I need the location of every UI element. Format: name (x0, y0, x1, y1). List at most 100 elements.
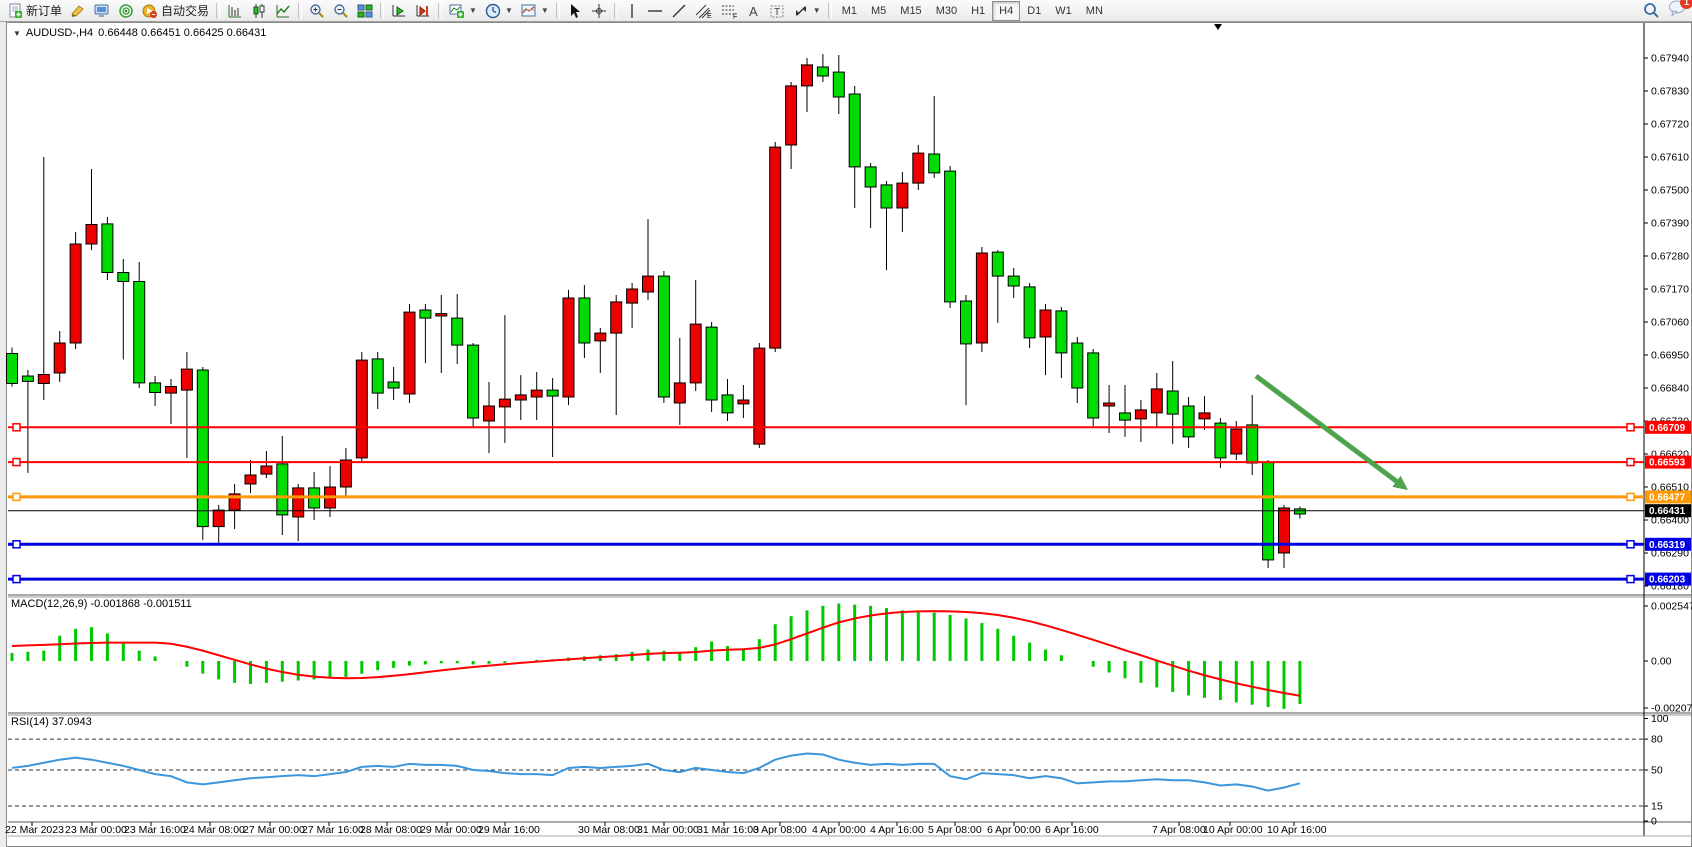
line-chart-icon (275, 3, 291, 19)
macd-indicator-label: MACD(12,26,9) -0.001868 -0.001511 (11, 598, 192, 610)
chat-badge: 1 (1680, 0, 1692, 9)
svg-text:27 Mar 16:00: 27 Mar 16:00 (302, 824, 364, 836)
tab-mn[interactable]: MN (1079, 1, 1110, 21)
new-order-label: 新订单 (26, 2, 62, 19)
vertical-line-icon (625, 3, 639, 19)
tab-h1[interactable]: H1 (964, 1, 992, 21)
svg-text:0.67830: 0.67830 (1651, 86, 1689, 98)
chevron-down-icon: ▼ (505, 6, 513, 15)
tab-m1[interactable]: M1 (835, 1, 864, 21)
brush-icon (70, 3, 86, 19)
autotrade-icon (142, 3, 158, 19)
auto-trading-label: 自动交易 (161, 2, 209, 19)
chart-end-icon (415, 3, 431, 19)
terminal-button[interactable] (90, 0, 114, 22)
tab-w1[interactable]: W1 (1048, 1, 1079, 21)
auto-trading-button[interactable]: 自动交易 (138, 0, 213, 22)
svg-text:29 Mar 00:00: 29 Mar 00:00 (420, 824, 482, 836)
main-toolbar: 新订单 自动交易 (0, 0, 1692, 22)
fibonacci-tool[interactable]: F (717, 0, 743, 22)
svg-text:28 Mar 08:00: 28 Mar 08:00 (360, 824, 422, 836)
crosshair-tool-button[interactable] (587, 0, 611, 22)
zoom-out-button[interactable] (329, 0, 353, 22)
periods-button[interactable]: ▼ (481, 0, 517, 22)
svg-text:0.66477: 0.66477 (1649, 492, 1686, 503)
svg-text:0.66203: 0.66203 (1649, 575, 1686, 586)
tab-d1[interactable]: D1 (1020, 1, 1048, 21)
crosshair-icon (591, 3, 607, 19)
svg-text:0.66709: 0.66709 (1649, 423, 1686, 434)
toolbar-separator (556, 3, 560, 19)
svg-text:31 Mar 16:00: 31 Mar 16:00 (697, 824, 759, 836)
svg-text:0.67500: 0.67500 (1651, 185, 1689, 197)
trendline-tool[interactable] (667, 0, 691, 22)
chevron-down-icon: ▼ (469, 6, 477, 15)
bar-chart-button[interactable] (223, 0, 247, 22)
tile-windows-button[interactable] (353, 0, 377, 22)
new-order-button[interactable]: 新订单 (3, 0, 66, 22)
toolbar-separator (216, 3, 220, 19)
toolbar-separator (614, 3, 618, 19)
chart-symbol-period: AUDUSD-,H4 (26, 27, 93, 39)
text-icon: A (747, 3, 761, 19)
templates-button[interactable]: ▼ (517, 0, 553, 22)
text-tool[interactable]: A (743, 0, 765, 22)
chart-shift-icon (391, 3, 407, 19)
svg-text:10 Apr 16:00: 10 Apr 16:00 (1267, 824, 1327, 836)
svg-text:29 Mar 16:00: 29 Mar 16:00 (478, 824, 540, 836)
tab-h4[interactable]: H4 (992, 1, 1020, 21)
svg-text:0.66593: 0.66593 (1649, 458, 1686, 469)
line-chart-button[interactable] (271, 0, 295, 22)
svg-text:0.66431: 0.66431 (1649, 506, 1686, 517)
auto-scroll-button[interactable] (387, 0, 411, 22)
toolbar-separator (380, 3, 384, 19)
svg-text:0.67280: 0.67280 (1651, 251, 1689, 263)
chevron-down-icon[interactable]: ▼ (13, 29, 21, 38)
horizontal-line-icon (647, 3, 663, 19)
svg-text:0.67610: 0.67610 (1651, 152, 1689, 164)
chart-canvas[interactable]: 0.679400.678300.677200.676100.675000.673… (0, 0, 1692, 847)
svg-text:0.66319: 0.66319 (1649, 540, 1686, 551)
zoom-in-icon (309, 3, 325, 19)
new-chart-icon (449, 3, 465, 19)
svg-text:A: A (749, 4, 758, 19)
tab-m5[interactable]: M5 (864, 1, 893, 21)
trendline-icon (671, 3, 687, 19)
chart-quotes: 0.66448 0.66451 0.66425 0.66431 (98, 27, 266, 39)
signals-button[interactable] (114, 0, 138, 22)
svg-text:31 Mar 00:00: 31 Mar 00:00 (637, 824, 699, 836)
new-chart-button[interactable]: ▼ (445, 0, 481, 22)
mt4-terminal: 新订单 自动交易 (0, 0, 1692, 847)
tab-m30[interactable]: M30 (929, 1, 964, 21)
search-icon[interactable] (1643, 2, 1660, 19)
text-label-tool[interactable]: T (765, 0, 789, 22)
svg-text:0: 0 (1651, 816, 1657, 828)
svg-text:0.67060: 0.67060 (1651, 317, 1689, 329)
svg-text:5 Apr 08:00: 5 Apr 08:00 (928, 824, 982, 836)
new-order-icon (7, 3, 23, 19)
horizontal-line-tool[interactable] (643, 0, 667, 22)
svg-text:22 Mar 2023: 22 Mar 2023 (5, 824, 64, 836)
svg-text:30 Mar 08:00: 30 Mar 08:00 (578, 824, 640, 836)
vertical-line-tool[interactable] (621, 0, 643, 22)
styler-button[interactable] (66, 0, 90, 22)
svg-text:4 Apr 16:00: 4 Apr 16:00 (870, 824, 924, 836)
zoom-in-button[interactable] (305, 0, 329, 22)
chart-title: ▼ AUDUSD-,H4 0.66448 0.66451 0.66425 0.6… (13, 27, 266, 39)
chat-button[interactable]: 1 (1668, 0, 1686, 21)
svg-text:4 Apr 00:00: 4 Apr 00:00 (812, 824, 866, 836)
cursor-tool-button[interactable] (563, 0, 587, 22)
arrows-tool[interactable]: ▼ (789, 0, 825, 22)
arrows-icon (793, 3, 809, 19)
svg-text:100: 100 (1651, 713, 1669, 725)
svg-text:7 Apr 08:00: 7 Apr 08:00 (1152, 824, 1206, 836)
svg-text:-0.002079: -0.002079 (1651, 703, 1692, 715)
chart-shift-end-button[interactable] (411, 0, 435, 22)
svg-text:T: T (774, 7, 780, 18)
channel-tool[interactable]: E (691, 0, 717, 22)
svg-text:3 Apr 08:00: 3 Apr 08:00 (753, 824, 807, 836)
svg-text:50: 50 (1651, 765, 1663, 777)
candle-chart-button[interactable] (247, 0, 271, 22)
signal-icon (118, 3, 134, 19)
tab-m15[interactable]: M15 (893, 1, 928, 21)
